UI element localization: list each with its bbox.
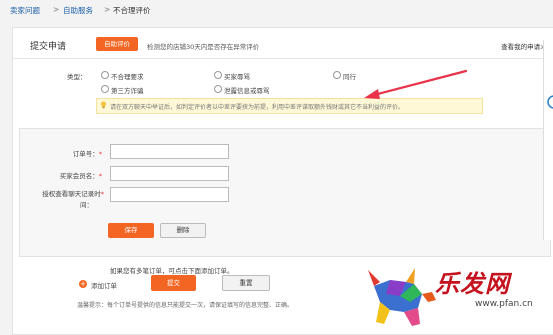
buyer-name-input[interactable] [110,166,229,181]
auth-time-label: 授权查看聊天记录时* [42,190,104,198]
auth-time-input[interactable] [110,187,229,202]
submit-button[interactable]: 提交 [151,275,196,291]
watermark-url: www.pfan.cn [475,299,533,309]
delete-button[interactable]: 删除 [160,223,206,238]
type-option-info-leak: 泄露信息或辱骂 [224,87,270,95]
add-order-icon[interactable]: + [79,280,87,288]
type-radio-peer[interactable] [333,71,341,79]
type-option-peer: 同行 [343,73,356,81]
watermark-logo: 乐发网 www.pfan.cn [360,262,553,333]
watermark-brand: 乐发网 [435,269,510,298]
page-title: 提交申请 [30,42,67,52]
add-order-link[interactable]: 添加订单 [91,280,117,290]
type-option-third-party-fraud: 第三方诈骗 [111,87,144,95]
tip-text: 请在双方聊天中举证后，如判定评价者以中差评要挟为前提，利用中差评谋取额外钱财或其… [110,104,405,111]
type-label: 类型： [67,73,87,81]
auth-time-label-line2: 间： [80,201,93,209]
breadcrumb-self-service[interactable]: 自助服务 [63,5,93,16]
side-panel-edge [543,40,553,240]
type-radio-third-party-fraud[interactable] [101,85,109,93]
type-option-unreasonable: 不合理要求 [111,73,144,81]
breadcrumb: 卖家问题 > 自助服务 > 不合理评价 [0,0,553,20]
type-radio-unreasonable[interactable] [101,71,109,79]
breadcrumb-separator: > [104,5,111,14]
order-number-label: 订单号：* [72,150,102,158]
type-radio-buyer-abuse[interactable] [214,71,222,79]
side-panel-circle-icon [547,95,553,109]
breadcrumb-seller-issues[interactable]: 卖家问题 [10,5,40,16]
breadcrumb-current: 不合理评价 [113,6,151,15]
order-form: 订单号：* 买家会员名：* 授权查看聊天记录时* 间： 保存 删除 [19,128,551,257]
self-appeal-button[interactable]: 自助评价 [96,37,138,51]
header-divider [13,58,553,59]
order-number-input[interactable] [110,144,229,159]
buyer-name-label: 买家会员名：* [59,172,102,180]
multi-order-note: 如果您有多笔订单，可点击下面添加订单。 [110,267,234,275]
lightbulb-icon [100,101,107,109]
bull-logo-icon [368,268,436,326]
type-radio-info-leak[interactable] [214,85,222,93]
detect-text: 检测您的店铺30天内是否存在异常评价 [147,43,260,51]
type-option-buyer-abuse: 买家辱骂 [224,73,250,81]
breadcrumb-separator: > [53,5,60,14]
save-button[interactable]: 保存 [108,223,154,238]
reset-button[interactable]: 重置 [222,275,270,291]
warm-tip-text: 温馨提示：每个订单号提供的信息只能提交一次，请保证填写的信息完整、正确。 [77,302,294,309]
annotation-arrow-icon [364,69,468,99]
